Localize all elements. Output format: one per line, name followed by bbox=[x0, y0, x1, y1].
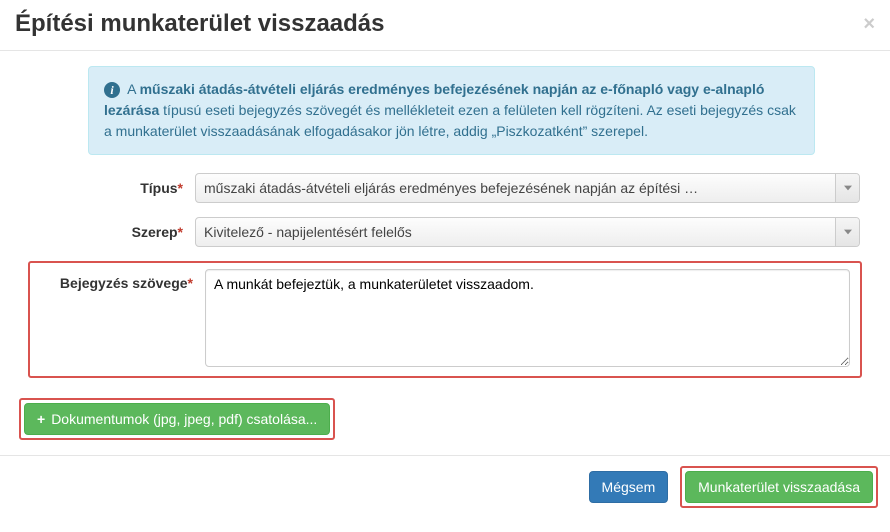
submit-button[interactable]: Munkaterület visszaadása bbox=[685, 471, 873, 503]
select-role-value: Kivitelező - napijelentésért felelős bbox=[204, 224, 412, 240]
modal-body: i A műszaki átadás-átvételi eljárás ered… bbox=[0, 51, 890, 455]
label-entry-text: Bejegyzés szövege* bbox=[40, 269, 205, 291]
chevron-down-icon bbox=[835, 218, 859, 246]
select-type-value: műszaki átadás-átvételi eljárás eredmény… bbox=[204, 180, 698, 196]
select-type[interactable]: műszaki átadás-átvételi eljárás eredmény… bbox=[195, 173, 860, 203]
attach-row: + Dokumentumok (jpg, jpeg, pdf) csatolás… bbox=[20, 398, 870, 440]
info-prefix: A bbox=[127, 81, 139, 97]
required-mark: * bbox=[188, 275, 193, 291]
modal-title: Építési munkaterület visszaadás bbox=[15, 10, 875, 38]
chevron-down-icon bbox=[835, 174, 859, 202]
label-type: Típus* bbox=[30, 180, 195, 196]
required-mark: * bbox=[178, 180, 183, 196]
info-alert: i A műszaki átadás-átvételi eljárás ered… bbox=[88, 66, 815, 155]
close-icon[interactable]: × bbox=[863, 14, 875, 34]
row-role: Szerep* Kivitelező - napijelentésért fel… bbox=[20, 217, 870, 247]
attach-button[interactable]: + Dokumentumok (jpg, jpeg, pdf) csatolás… bbox=[24, 403, 330, 435]
required-mark: * bbox=[178, 224, 183, 240]
row-type: Típus* műszaki átadás-átvételi eljárás e… bbox=[20, 173, 870, 203]
plus-icon: + bbox=[37, 411, 45, 427]
attach-highlight: + Dokumentumok (jpg, jpeg, pdf) csatolás… bbox=[19, 398, 335, 440]
row-entry-text: Bejegyzés szövege* bbox=[28, 261, 862, 378]
modal-footer: Mégsem Munkaterület visszaadása bbox=[0, 455, 890, 516]
label-role: Szerep* bbox=[30, 224, 195, 240]
modal-header: Építési munkaterület visszaadás × bbox=[0, 0, 890, 51]
submit-highlight: Munkaterület visszaadása bbox=[680, 466, 878, 508]
entry-textarea[interactable] bbox=[205, 269, 850, 367]
info-icon: i bbox=[104, 82, 120, 98]
info-rest: típusú eseti bejegyzés szövegét és mellé… bbox=[104, 102, 796, 139]
attach-button-label: Dokumentumok (jpg, jpeg, pdf) csatolása.… bbox=[51, 411, 317, 427]
select-role[interactable]: Kivitelező - napijelentésért felelős bbox=[195, 217, 860, 247]
cancel-button[interactable]: Mégsem bbox=[589, 471, 669, 503]
